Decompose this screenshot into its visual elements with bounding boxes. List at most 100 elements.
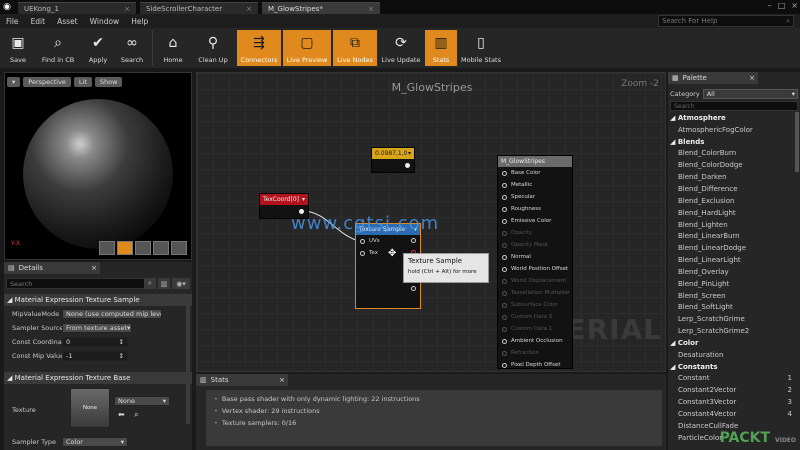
palette-item[interactable]: Constant 1 xyxy=(668,373,796,385)
help-search-input[interactable]: Search For Help ⌕ xyxy=(658,15,794,27)
material-pin-row[interactable]: Custom Data 0 xyxy=(498,311,572,323)
sampler-source-dropdown[interactable]: From texture asset ▾ xyxy=(62,323,132,333)
rgb-output-pin[interactable] xyxy=(411,238,416,243)
input-pin[interactable] xyxy=(502,338,507,344)
material-pin-row[interactable]: Subsurface Color xyxy=(498,299,572,311)
a-output-pin[interactable] xyxy=(411,286,416,291)
menu-file[interactable]: File xyxy=(6,17,19,26)
live-nodes-button[interactable]: ⧉ Live Nodes xyxy=(333,30,377,66)
input-pin[interactable] xyxy=(502,242,507,248)
input-pin[interactable] xyxy=(502,254,507,260)
mip-value-mode-dropdown[interactable]: None (use computed mip level)▾ xyxy=(62,309,162,319)
material-pin-row[interactable]: Roughness xyxy=(498,203,572,215)
mobile-stats-button[interactable]: ▯ Mobile Stats xyxy=(459,30,503,66)
close-icon[interactable]: × xyxy=(749,74,755,82)
menu-help[interactable]: Help xyxy=(131,17,148,26)
details-scrollbar[interactable] xyxy=(186,294,190,424)
minimize-icon[interactable]: – xyxy=(768,1,772,10)
input-pin[interactable] xyxy=(360,250,365,256)
palette-item[interactable]: Blend_PinLight xyxy=(668,278,796,290)
palette-item[interactable]: Blend_LinearDodge xyxy=(668,242,796,254)
home-button[interactable]: ⌂ Home xyxy=(157,30,189,66)
texture-asset-dropdown[interactable]: None ▾ xyxy=(114,396,170,406)
palette-item[interactable]: Blend_ColorDodge xyxy=(668,159,796,171)
material-pin-row[interactable]: Specular xyxy=(498,191,572,203)
palette-category[interactable]: ◢ Atmosphere xyxy=(668,112,796,124)
close-icon[interactable]: × xyxy=(91,264,97,272)
live-update-button[interactable]: ⟳ Live Update xyxy=(379,30,423,66)
input-pin[interactable] xyxy=(502,218,507,224)
input-pin[interactable] xyxy=(502,230,507,236)
cylinder-shape-icon[interactable] xyxy=(99,241,115,255)
palette-item[interactable]: Blend_LinearBurn xyxy=(668,230,796,242)
custom-mesh-icon[interactable] xyxy=(171,241,187,255)
details-search-input[interactable]: Search xyxy=(6,278,156,289)
material-pin-row[interactable]: Opacity xyxy=(498,227,572,239)
palette-scrollbar[interactable] xyxy=(795,112,799,172)
clean-up-button[interactable]: ⚲ Clean Up xyxy=(191,30,235,66)
lit-button[interactable]: Lit xyxy=(73,77,92,87)
palette-item[interactable]: Blend_Screen xyxy=(668,290,796,302)
preview-viewport[interactable]: ▾ Perspective Lit Show Y-X xyxy=(4,72,192,260)
output-pin[interactable] xyxy=(405,163,410,168)
palette-item[interactable]: Constant2Vector 2 xyxy=(668,384,796,396)
palette-item[interactable]: AtmosphericFogColor xyxy=(668,124,796,136)
palette-item[interactable]: Lerp_ScratchGrime2 xyxy=(668,325,796,337)
maximize-icon[interactable]: □ xyxy=(778,1,786,10)
input-pin[interactable] xyxy=(502,170,507,176)
eye-icon[interactable]: ◉▾ xyxy=(172,278,190,289)
palette-item[interactable]: Desaturation xyxy=(668,349,796,361)
material-pin-row[interactable]: Opacity Mask xyxy=(498,239,572,251)
cube-shape-icon[interactable] xyxy=(153,241,169,255)
use-selected-arrow-icon[interactable]: ⬅ xyxy=(118,410,125,419)
input-pin[interactable] xyxy=(502,194,507,200)
sphere-shape-icon[interactable] xyxy=(117,241,133,255)
palette-category[interactable]: ◢ Constants xyxy=(668,361,796,373)
browse-search-icon[interactable]: ⌕ xyxy=(134,410,138,420)
live-preview-button[interactable]: ▢ Live Preview xyxy=(283,30,331,66)
constant3vector-node[interactable]: 0.0987,1,0 ▾ xyxy=(371,147,415,173)
palette-tab[interactable]: ▦ Palette × xyxy=(668,72,758,84)
palette-item[interactable]: Constant3Vector 3 xyxy=(668,396,796,408)
input-pin[interactable] xyxy=(502,290,507,296)
viewport-menu-button[interactable]: ▾ xyxy=(7,77,21,87)
material-pin-row[interactable]: Custom Data 1 xyxy=(498,323,572,335)
menu-window[interactable]: Window xyxy=(90,17,120,26)
material-result-node[interactable]: M_GlowStripes Base Color Metallic Specular… xyxy=(497,155,573,369)
input-pin[interactable] xyxy=(502,326,507,332)
input-pin[interactable] xyxy=(502,182,507,188)
palette-item[interactable]: Blend_SoftLight xyxy=(668,302,796,314)
material-pin-row[interactable]: Refraction xyxy=(498,347,572,359)
material-pin-row[interactable]: Normal xyxy=(498,251,572,263)
material-pin-row[interactable]: Emissive Color xyxy=(498,215,572,227)
palette-item[interactable]: Blend_ColorBurn xyxy=(668,148,796,160)
input-pin[interactable] xyxy=(502,314,507,320)
input-pin[interactable] xyxy=(360,238,365,244)
input-pin[interactable] xyxy=(502,206,507,212)
connectors-button[interactable]: ⇶ Connectors xyxy=(237,30,281,66)
menu-edit[interactable]: Edit xyxy=(31,17,46,26)
stats-tab[interactable]: ▥ Stats × xyxy=(196,374,288,386)
menu-asset[interactable]: Asset xyxy=(57,17,78,26)
close-icon[interactable]: × xyxy=(368,5,374,13)
material-pin-row[interactable]: Metallic xyxy=(498,179,572,191)
close-window-icon[interactable]: × xyxy=(791,1,798,10)
show-button[interactable]: Show xyxy=(94,77,123,87)
palette-item[interactable]: Blend_HardLight xyxy=(668,207,796,219)
plane-shape-icon[interactable] xyxy=(135,241,151,255)
palette-item[interactable]: Blend_Lighten xyxy=(668,219,796,231)
apply-button[interactable]: ✔ Apply xyxy=(82,30,114,66)
material-graph[interactable]: M_GlowStripes Zoom -2 MATERIAL 0.0987,1,… xyxy=(196,72,666,372)
palette-item[interactable]: Blend_LinearLight xyxy=(668,254,796,266)
palette-category[interactable]: ◢ Blends xyxy=(668,136,796,148)
details-tab[interactable]: ▤ Details × xyxy=(4,262,100,274)
stats-button[interactable]: ▥ Stats xyxy=(425,30,457,66)
save-button[interactable]: ▣ Save xyxy=(2,30,34,66)
find-in-cb-button[interactable]: ⌕ Find in CB xyxy=(36,30,80,66)
sampler-type-dropdown[interactable]: Color ▾ xyxy=(62,437,128,447)
close-icon[interactable]: × xyxy=(279,376,285,384)
search-button[interactable]: ∞ Search xyxy=(116,30,148,66)
tab-sidescroller-character[interactable]: SideScrollerCharacter × xyxy=(140,2,258,14)
input-pin[interactable] xyxy=(502,266,507,272)
palette-item[interactable]: Blend_Overlay xyxy=(668,266,796,278)
